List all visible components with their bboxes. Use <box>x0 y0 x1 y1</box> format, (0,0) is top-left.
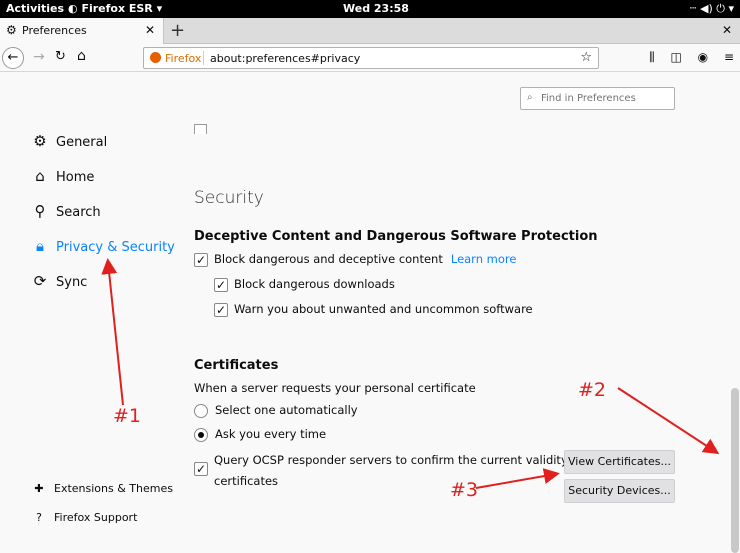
ocsp-label-line2: certificates <box>214 474 279 488</box>
gear-icon: ⚙ <box>33 132 47 150</box>
navigation-toolbar: ← → ↻ ⌂ Firefox about:preferences#privac… <box>0 44 740 72</box>
sidebar-item-privacy-security[interactable]: 🔒︎ Privacy & Security <box>32 237 175 255</box>
url-separator <box>203 51 204 65</box>
ocsp-label-line1: Query OCSP responder servers to confirm … <box>214 453 583 467</box>
identity-label: Firefox <box>165 52 202 65</box>
window-close-button[interactable]: ✕ <box>722 23 732 37</box>
home-button[interactable]: ⌂ <box>77 48 86 64</box>
block-deceptive-label: Block dangerous and deceptive content <box>214 252 443 266</box>
search-placeholder: Find in Preferences <box>541 93 636 104</box>
tab-preferences[interactable]: ⚙ Preferences ✕ <box>0 18 164 44</box>
firefox-app-icon: ◐ <box>68 2 82 15</box>
sidebar-item-label: Privacy & Security <box>56 240 175 255</box>
library-icon[interactable]: ⫼ <box>649 50 655 65</box>
sidebar-item-label: Search <box>56 205 101 220</box>
system-tray[interactable]: ⵈ ◀) ⏻ ▾ <box>689 2 734 16</box>
sidebar-item-search[interactable]: ⚲ Search <box>32 202 101 220</box>
view-certificates-button[interactable]: View Certificates... <box>564 450 675 474</box>
deceptive-content-heading: Deceptive Content and Dangerous Software… <box>194 229 598 244</box>
sidebar-icon[interactable]: ◫ <box>670 50 681 64</box>
block-downloads-checkbox[interactable]: ✓ <box>214 277 228 292</box>
firefox-icon <box>150 52 161 63</box>
tab-strip: ⚙ Preferences ✕ + ✕ <box>0 18 740 44</box>
select-automatically-radio[interactable] <box>194 403 208 418</box>
back-button[interactable]: ← <box>2 47 24 69</box>
sidebar-footer-label: Extensions & Themes <box>54 482 173 495</box>
partially-visible-row <box>194 124 494 134</box>
preferences-content: ⌕ Find in Preferences ⚙ General ⌂ Home ⚲ Se… <box>0 72 740 553</box>
lock-icon: 🔒︎ <box>36 237 44 255</box>
sidebar-item-label: Sync <box>56 275 88 290</box>
block-deceptive-checkbox[interactable]: ✓ <box>194 252 208 267</box>
url-bar[interactable]: Firefox about:preferences#privacy ☆ <box>143 47 599 69</box>
sync-icon: ⟳ <box>33 272 47 290</box>
help-icon: ? <box>36 511 42 524</box>
sidebar-extensions-themes[interactable]: ✚ Extensions & Themes <box>32 482 173 495</box>
block-downloads-row[interactable]: ✓ Block dangerous downloads <box>214 277 395 292</box>
ask-every-time-radio[interactable] <box>194 427 208 442</box>
puzzle-icon: ✚ <box>34 482 44 495</box>
select-automatically-row[interactable]: Select one automatically <box>194 403 358 418</box>
warn-unwanted-label: Warn you about unwanted and uncommon sof… <box>234 302 533 316</box>
sidebar-item-label: Home <box>56 170 95 185</box>
clock[interactable]: Wed 23:58 <box>343 2 409 15</box>
certificates-heading: Certificates <box>194 358 279 373</box>
block-downloads-label: Block dangerous downloads <box>234 277 395 291</box>
tab-title: Preferences <box>22 24 87 37</box>
sidebar-item-general[interactable]: ⚙ General <box>32 132 107 150</box>
annotation-label-2: #2 <box>578 379 607 401</box>
reload-button[interactable]: ↻ <box>55 49 66 64</box>
annotation-label-1: #1 <box>113 405 142 427</box>
forward-button[interactable]: → <box>33 49 45 65</box>
ask-every-time-row[interactable]: Ask you every time <box>194 427 326 442</box>
security-devices-button[interactable]: Security Devices... <box>564 479 675 503</box>
warn-unwanted-checkbox[interactable]: ✓ <box>214 302 228 317</box>
gear-icon: ⚙ <box>6 23 17 37</box>
toolbar-icons: ⫼ ◫ ◉ ≡ <box>637 50 734 65</box>
annotation-label-3: #3 <box>450 479 479 501</box>
certificates-description: When a server requests your personal cer… <box>194 381 476 395</box>
select-automatically-label: Select one automatically <box>215 403 358 417</box>
search-icon: ⌕ <box>527 92 533 103</box>
app-menu-label: Firefox ESR ▾ <box>81 2 163 15</box>
new-tab-button[interactable]: + <box>170 20 185 41</box>
block-deceptive-row[interactable]: ✓ Block dangerous and deceptive content Le… <box>194 252 516 267</box>
app-menu[interactable]: ◐ Firefox ESR ▾ <box>68 2 162 15</box>
sidebar-firefox-support[interactable]: ? Firefox Support <box>32 511 137 524</box>
close-icon[interactable]: ✕ <box>145 23 155 37</box>
partial-checkbox[interactable] <box>194 124 207 134</box>
account-icon[interactable]: ◉ <box>698 50 708 64</box>
ocsp-checkbox[interactable]: ✓ <box>194 461 208 476</box>
search-input[interactable]: ⌕ Find in Preferences <box>520 87 675 110</box>
url-text[interactable]: about:preferences#privacy <box>210 52 360 65</box>
warn-unwanted-row[interactable]: ✓ Warn you about unwanted and uncommon so… <box>214 302 533 317</box>
section-title-security: Security <box>194 188 264 208</box>
activities-button[interactable]: Activities <box>6 2 64 15</box>
system-top-bar: Activities ◐ Firefox ESR ▾ Wed 23:58 ⵈ ◀… <box>0 0 740 18</box>
sidebar-item-label: General <box>56 135 108 150</box>
ask-every-time-label: Ask you every time <box>215 427 327 441</box>
sidebar-item-sync[interactable]: ⟳ Sync <box>32 272 88 290</box>
sidebar-item-home[interactable]: ⌂ Home <box>32 167 94 185</box>
menu-icon[interactable]: ≡ <box>724 50 734 64</box>
bookmark-star-icon[interactable]: ☆ <box>580 50 592 65</box>
ocsp-row[interactable]: ✓ <box>194 461 214 476</box>
scrollbar[interactable] <box>731 388 739 553</box>
learn-more-link[interactable]: Learn more <box>451 252 517 266</box>
sidebar-footer-label: Firefox Support <box>54 511 138 524</box>
home-icon: ⌂ <box>35 167 45 185</box>
search-icon: ⚲ <box>34 202 46 220</box>
